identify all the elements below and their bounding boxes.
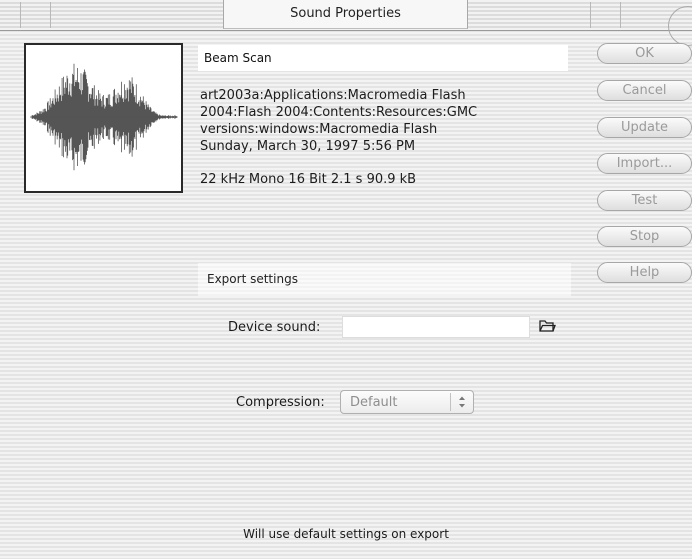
export-settings-box: Export settings bbox=[198, 263, 571, 296]
title-bar-divider bbox=[20, 2, 21, 28]
sound-name-field[interactable]: Beam Scan bbox=[198, 45, 568, 71]
update-button[interactable]: Update bbox=[597, 117, 692, 138]
device-sound-label: Device sound: bbox=[228, 320, 321, 335]
device-sound-field[interactable] bbox=[342, 316, 530, 338]
title-bar-divider bbox=[590, 2, 591, 28]
stop-button[interactable]: Stop bbox=[597, 226, 692, 247]
waveform-preview bbox=[24, 43, 183, 193]
folder-icon[interactable] bbox=[538, 318, 556, 334]
title-bar: Sound Properties bbox=[0, 0, 692, 46]
path-line: 2004:Flash 2004:Contents:Resources:GMC bbox=[200, 105, 478, 120]
title-bar-divider bbox=[50, 2, 51, 28]
window-title: Sound Properties bbox=[223, 0, 468, 29]
import-button[interactable]: Import... bbox=[597, 153, 692, 174]
export-settings-label: Export settings bbox=[207, 272, 298, 286]
compression-value: Default bbox=[350, 395, 398, 410]
sound-path-info: art2003a:Applications:Macromedia Flash 2… bbox=[200, 87, 560, 155]
export-footer-note: Will use default settings on export bbox=[243, 527, 449, 541]
test-button[interactable]: Test bbox=[597, 190, 692, 211]
title-bar-divider bbox=[620, 2, 621, 28]
help-button[interactable]: Help bbox=[597, 262, 692, 283]
sound-format-info: 22 kHz Mono 16 Bit 2.1 s 90.9 kB bbox=[200, 172, 417, 187]
import-date: Sunday, March 30, 1997 5:56 PM bbox=[200, 139, 416, 154]
waveform-icon bbox=[30, 63, 178, 171]
window-corner bbox=[668, 6, 692, 46]
path-line: versions:windows:Macromedia Flash bbox=[200, 122, 438, 137]
cancel-button[interactable]: Cancel bbox=[597, 80, 692, 101]
up-down-arrows-icon bbox=[450, 393, 465, 411]
compression-label: Compression: bbox=[236, 395, 325, 410]
path-line: art2003a:Applications:Macromedia Flash bbox=[200, 88, 466, 103]
ok-button[interactable]: OK bbox=[597, 43, 692, 64]
compression-select[interactable]: Default bbox=[340, 390, 474, 414]
